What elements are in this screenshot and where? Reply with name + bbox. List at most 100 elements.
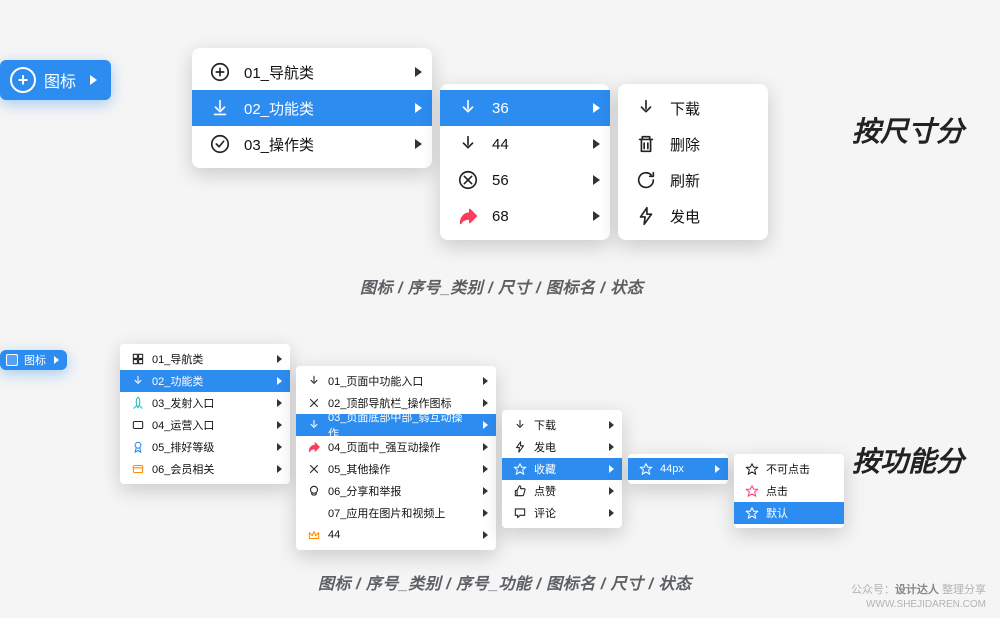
download-icon [306, 417, 322, 433]
thumbs-up-icon [512, 483, 528, 499]
menu-item[interactable]: 44px [628, 458, 728, 480]
plus-icon [206, 58, 234, 86]
menu-item[interactable]: 56 [440, 162, 610, 198]
star-icon [638, 461, 654, 477]
menu-item-label: 05_排好等级 [152, 439, 263, 455]
chevron-right-icon [593, 103, 600, 113]
menu-item-label: 56 [492, 172, 579, 189]
menu-item-label: 点赞 [534, 483, 595, 499]
root-pill[interactable]: + 图标 [0, 60, 111, 100]
menu-panel-b1: 01_导航类 02_功能类 03_发射入口 04_运营入口 05_排好等级 06… [120, 344, 290, 484]
chevron-right-icon [277, 421, 282, 429]
menu-item[interactable]: 点击 [734, 480, 844, 502]
close-circle-icon [454, 166, 482, 194]
apps-icon [130, 351, 146, 367]
menu-item[interactable]: 点赞 [502, 480, 622, 502]
menu-item[interactable]: 01_导航类 [192, 54, 432, 90]
chevron-right-icon [593, 175, 600, 185]
menu-item[interactable]: 03_操作类 [192, 126, 432, 162]
menu-item-label: 68 [492, 208, 579, 225]
download-icon [454, 130, 482, 158]
chevron-right-icon [715, 465, 720, 473]
menu-item[interactable]: 44 [296, 524, 496, 546]
menu-item[interactable]: 04_页面中_强互动操作 [296, 436, 496, 458]
menu-item[interactable]: 不可点击 [734, 458, 844, 480]
heading-by-function: 按功能分 [852, 440, 964, 480]
menu-item[interactable]: 评论 [502, 502, 622, 524]
menu-item[interactable]: 44 [440, 126, 610, 162]
watermark-brand: 设计达人 [895, 584, 939, 596]
menu-item-label: 发电 [670, 206, 758, 227]
menu-item[interactable]: 03_发射入口 [120, 392, 290, 414]
menu-item[interactable]: 默认 [734, 502, 844, 524]
menu-item[interactable]: 下载 [618, 90, 768, 126]
chevron-right-icon [415, 67, 422, 77]
menu-item-label: 03_操作类 [244, 134, 401, 155]
menu-item[interactable]: 03_页面底部中部_弱互动操作 [296, 414, 496, 436]
root-pill[interactable]: 图标 [0, 350, 67, 370]
chevron-right-icon [415, 103, 422, 113]
menu-item-label: 下载 [670, 98, 758, 119]
menu-item[interactable]: 发电 [502, 436, 622, 458]
menu-item[interactable]: 删除 [618, 126, 768, 162]
root-label: 图标 [44, 68, 76, 92]
chevron-right-icon [277, 465, 282, 473]
menu-panel-2: 36 44 56 68 [440, 84, 610, 240]
menu-item-label: 点击 [766, 483, 836, 499]
menu-item-label: 评论 [534, 505, 595, 521]
star-icon [744, 461, 760, 477]
chevron-right-icon [609, 443, 614, 451]
blank-icon [306, 505, 322, 521]
star-icon [744, 505, 760, 521]
qq-icon [306, 483, 322, 499]
chevron-right-icon [593, 139, 600, 149]
menu-item[interactable]: 36 [440, 90, 610, 126]
menu-item-label: 01_页面中功能入口 [328, 373, 469, 389]
chevron-right-icon [483, 377, 488, 385]
menu-item-label: 删除 [670, 134, 758, 155]
menu-item[interactable]: 04_运营入口 [120, 414, 290, 436]
apps-icon [6, 354, 18, 366]
menu-panel-1: 01_导航类 02_功能类 03_操作类 [192, 48, 432, 168]
menu-item[interactable]: 06_会员相关 [120, 458, 290, 480]
plus-circle-icon: + [10, 67, 36, 93]
chevron-right-icon [483, 443, 488, 451]
chevron-right-icon [483, 421, 488, 429]
menu-item[interactable]: 01_导航类 [120, 348, 290, 370]
section-by-size: + 图标 01_导航类 02_功能类 03_操作类 36 44 [0, 0, 1000, 300]
download-icon [130, 373, 146, 389]
share-icon [454, 202, 482, 230]
menu-item[interactable]: 05_其他操作 [296, 458, 496, 480]
menu-item-label: 44 [328, 529, 469, 541]
download-icon [632, 94, 660, 122]
menu-item[interactable]: 05_排好等级 [120, 436, 290, 458]
menu-item[interactable]: 发电 [618, 198, 768, 234]
menu-item[interactable]: 01_页面中功能入口 [296, 370, 496, 392]
menu-item[interactable]: 刷新 [618, 162, 768, 198]
menu-item-label: 01_导航类 [152, 351, 263, 367]
download-icon [206, 94, 234, 122]
menu-item-label: 刷新 [670, 170, 758, 191]
menu-item[interactable]: 02_功能类 [120, 370, 290, 392]
chevron-right-icon [54, 356, 59, 364]
chevron-right-icon [483, 509, 488, 517]
menu-item-label: 04_运营入口 [152, 417, 263, 433]
card-icon [130, 461, 146, 477]
chevron-right-icon [609, 487, 614, 495]
menu-item-label: 不可点击 [766, 461, 836, 477]
download-icon [512, 417, 528, 433]
menu-item[interactable]: 下载 [502, 414, 622, 436]
menu-item-label: 44 [492, 136, 579, 153]
bolt-icon [632, 202, 660, 230]
menu-item-label: 04_页面中_强互动操作 [328, 439, 469, 455]
menu-item[interactable]: 68 [440, 198, 610, 234]
menu-item[interactable]: 06_分享和举报 [296, 480, 496, 502]
crown-icon [306, 527, 322, 543]
chevron-right-icon [609, 421, 614, 429]
caption-text: 图标 / 序号_类别 / 尺寸 / 图标名 / 状态 [360, 274, 643, 298]
menu-item[interactable]: 收藏 [502, 458, 622, 480]
comment-icon [512, 505, 528, 521]
menu-item[interactable]: 02_功能类 [192, 90, 432, 126]
menu-item[interactable]: 07_应用在图片和视频上 [296, 502, 496, 524]
menu-item-label: 01_导航类 [244, 62, 401, 83]
